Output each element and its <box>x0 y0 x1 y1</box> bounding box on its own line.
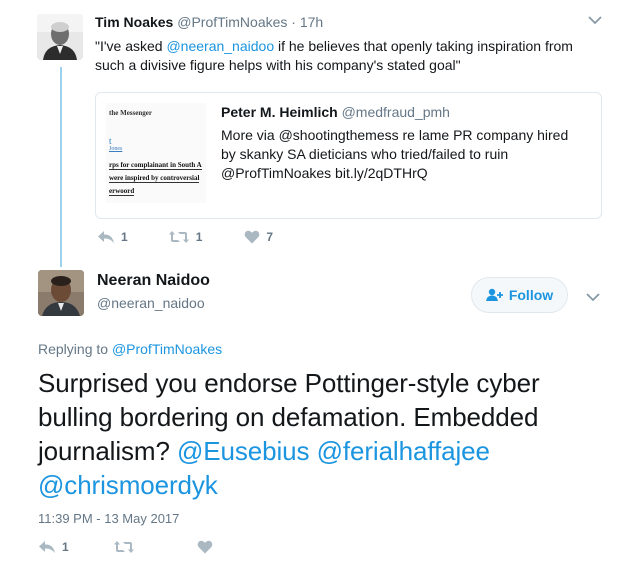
main-tweet-actions: 1 <box>38 540 213 554</box>
mention-link[interactable]: @ferialhaffajee <box>317 436 490 466</box>
quoted-tweet-thumbnail: the Messenger t Jones rps for complainan… <box>106 103 206 203</box>
follow-button[interactable]: Follow <box>471 277 568 313</box>
thumb-line: erwoord <box>109 187 135 196</box>
quoted-author-name: Peter M. Heimlich <box>221 104 338 120</box>
author-name[interactable]: Tim Noakes <box>95 14 173 30</box>
like-button[interactable] <box>197 540 213 554</box>
reply-button[interactable]: 1 <box>97 230 128 244</box>
thumb-line: rps for complainant in South A <box>109 161 202 170</box>
thumb-line: were inspired by controversial <box>109 174 200 183</box>
quoted-tweet-text: More via @shootingthemess re lame PR com… <box>221 127 569 181</box>
quoted-tweet-header: Peter M. Heimlich @medfraud_pmh <box>221 104 450 120</box>
chevron-down-icon[interactable] <box>586 289 600 305</box>
replying-prefix: Replying to <box>38 341 112 357</box>
thumb-line: Jones <box>109 146 123 152</box>
quoted-author-handle: @medfraud_pmh <box>341 104 450 120</box>
author-handle[interactable]: @ProfTimNoakes <box>177 14 287 30</box>
retweet-icon <box>168 230 190 244</box>
follow-person-icon <box>485 288 504 302</box>
mention-link[interactable]: @Eusebius <box>177 436 310 466</box>
reply-icon <box>97 230 115 244</box>
avatar-neeran-naidoo[interactable] <box>38 270 84 316</box>
separator-dot: · <box>291 14 296 30</box>
like-button[interactable]: 7 <box>244 230 273 244</box>
replying-to-link[interactable]: @ProfTimNoakes <box>112 341 222 357</box>
avatar-tim-noakes[interactable] <box>37 14 83 60</box>
thumb-line: t <box>109 136 112 146</box>
retweet-button[interactable] <box>113 540 135 554</box>
reply-count: 1 <box>62 540 69 554</box>
retweet-count: 1 <box>195 230 203 244</box>
heart-icon <box>197 540 213 554</box>
follow-label: Follow <box>508 287 554 303</box>
reply-count: 1 <box>121 230 128 244</box>
tweet-time[interactable]: 17h <box>300 14 323 30</box>
parent-tweet-actions: 1 1 7 <box>97 230 273 244</box>
mention-link[interactable]: @chrismoerdyk <box>38 470 218 500</box>
reply-icon <box>38 540 56 554</box>
retweet-button[interactable]: 1 <box>168 230 203 244</box>
like-count: 7 <box>266 230 274 244</box>
author-name[interactable]: Neeran Naidoo <box>97 272 210 290</box>
replying-to: Replying to @ProfTimNoakes <box>38 341 222 357</box>
retweet-icon <box>113 540 135 554</box>
heart-icon <box>244 230 260 244</box>
thumb-line: the Messenger <box>109 109 152 117</box>
mention-link[interactable]: @neeran_naidoo <box>166 38 274 54</box>
tweet-timestamp[interactable]: 11:39 PM - 13 May 2017 <box>38 511 179 526</box>
reply-button[interactable]: 1 <box>38 540 69 554</box>
thread-connector-line <box>60 67 62 267</box>
main-tweet-text: Surprised you endorse Pottinger-style cy… <box>38 366 598 502</box>
author-handle[interactable]: @neeran_naidoo <box>97 295 210 311</box>
quoted-tweet-card[interactable]: the Messenger t Jones rps for complainan… <box>95 92 602 219</box>
chevron-down-icon[interactable] <box>588 12 602 28</box>
tweet-text-part: "I've asked <box>95 38 167 54</box>
main-tweet-header: Neeran Naidoo @neeran_naidoo <box>97 272 210 311</box>
parent-tweet-header: Tim Noakes @ProfTimNoakes · 17h <box>95 14 323 30</box>
parent-tweet-text: "I've asked @neeran_naidoo if he believe… <box>95 37 595 75</box>
